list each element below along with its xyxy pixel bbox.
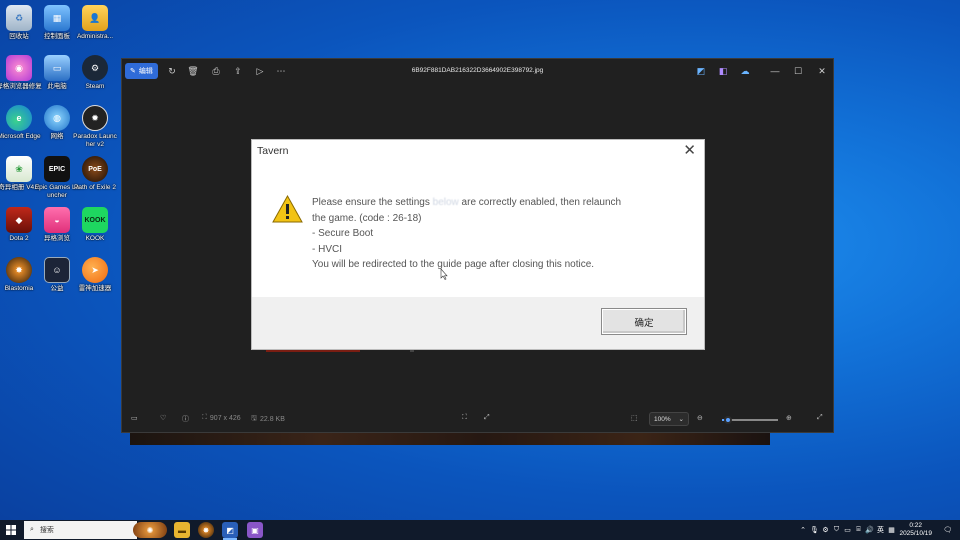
file-size: 🖫 22.8 KB xyxy=(251,415,285,423)
photo-album-icon: ❀ xyxy=(6,156,32,182)
blastomia-taskbar-icon[interactable]: ✸ xyxy=(198,522,214,538)
path-of-exile-icon: PoE xyxy=(82,156,108,182)
crop-icon[interactable]: ⛶ xyxy=(462,414,467,422)
taskbar: ⌕ 搜索 ✺ ▬ ✸ ◩ ▣ ⌃ 🎙 ⚙ ⛉ ▭ ⌸ 🔊 英 ▦ 0:22 20… xyxy=(0,520,960,540)
file-explorer-icon[interactable]: ▬ xyxy=(174,522,190,538)
viewer-status-bar: ▭ ♡ ⓘ ⛶ 907 x 426 🖫 22.8 KB ⛶ ⤢ ⬚ 100% ⌄… xyxy=(122,408,833,432)
info-icon[interactable]: ⓘ xyxy=(182,414,189,424)
photos-taskbar-icon[interactable]: ◩ xyxy=(222,522,238,538)
microphone-icon[interactable]: 🎙 xyxy=(809,526,820,534)
desktop-icon-kook[interactable]: KOOK KOOK xyxy=(72,207,118,243)
search-icon: ⌕ xyxy=(30,526,34,533)
network-tray-icon[interactable]: ⌸ xyxy=(853,526,864,534)
ok-button[interactable]: 确定 xyxy=(601,308,687,335)
ime-indicator[interactable]: 英 xyxy=(875,525,886,535)
volume-icon[interactable]: 🔊 xyxy=(864,526,875,534)
viewer-toolbar: ✎ 编辑 ↻ 🗑 ⎙ ⇪ ▷ ⋯ 6B92F881DAB216322D36649… xyxy=(122,59,833,83)
desktop-icon-user-folder[interactable]: 👤 Administra... xyxy=(72,5,118,41)
kook-icon: KOOK xyxy=(82,207,108,233)
taskbar-search-box[interactable]: ⌕ 搜索 xyxy=(24,521,137,539)
onedrive-icon[interactable]: ☁ xyxy=(737,63,753,79)
close-button[interactable]: ✕ xyxy=(814,63,830,79)
clipchamp-icon[interactable]: ◧ xyxy=(715,63,731,79)
fullscreen-icon[interactable]: ⤢ xyxy=(817,414,823,422)
show-hidden-icons-icon[interactable]: ⌃ xyxy=(797,526,809,534)
system-tray: ⌃ 🎙 ⚙ ⛉ ▭ ⌸ 🔊 英 ▦ xyxy=(797,520,897,540)
clock-date: 2025/10/19 xyxy=(899,530,932,537)
edge-icon: e xyxy=(6,105,32,131)
fit-to-window-icon[interactable]: ⬚ xyxy=(631,414,638,422)
file-size-icon: 🖫 xyxy=(251,415,257,422)
clock-time: 0:22 xyxy=(909,522,923,529)
windows-start-icon[interactable] xyxy=(6,525,16,535)
zoom-slider-thumb[interactable] xyxy=(723,416,732,424)
text-cursor-icon xyxy=(440,269,448,280)
filmstrip-icon[interactable]: ▭ xyxy=(131,414,138,422)
blastomia-icon: ✸ xyxy=(6,257,32,283)
network-icon: ◍ xyxy=(44,105,70,131)
notification-center-icon[interactable]: 🗨 xyxy=(943,520,952,540)
display-icon[interactable]: ▭ xyxy=(842,526,853,534)
recycle-bin-icon: ♻ xyxy=(6,5,32,31)
user-folder-icon: 👤 xyxy=(82,5,108,31)
warning-icon xyxy=(272,195,303,223)
message-line-5: You will be redirected to the guide page… xyxy=(312,259,595,270)
security-icon[interactable]: ⛉ xyxy=(831,526,842,534)
tavern-taskbar-icon[interactable]: ▣ xyxy=(247,522,263,538)
designer-icon[interactable]: ◩ xyxy=(693,63,709,79)
dota2-icon: ◆ xyxy=(6,207,32,233)
zoom-in-icon[interactable]: ⊕ xyxy=(786,414,792,422)
zoom-out-icon[interactable]: ⊖ xyxy=(697,414,703,422)
dialog-footer: 确定 xyxy=(252,297,704,349)
expand-icon[interactable]: ⤢ xyxy=(484,414,490,422)
taskbar-clock[interactable]: 0:22 2025/10/19 xyxy=(899,522,932,538)
epic-games-icon: EPIC xyxy=(44,156,70,182)
message-line-4: - HVCI xyxy=(312,243,342,255)
leishen-accelerator-icon: ➤ xyxy=(82,257,108,283)
chevron-down-icon: ⌄ xyxy=(678,416,684,423)
desktop-icon-paradox-launcher[interactable]: ✹ Paradox Launcher v2 xyxy=(72,105,118,149)
browser-icon: ◒ xyxy=(44,207,70,233)
desktop-icon-steam[interactable]: ⚙ Steam xyxy=(72,55,118,91)
search-highlight-icon[interactable]: ✺ xyxy=(133,522,167,538)
message-line-1: Please ensure the settings below are cor… xyxy=(312,197,622,208)
message-line-2: the game. (code : 26-18) xyxy=(312,212,422,224)
dialog-close-icon[interactable]: ✕ xyxy=(683,142,696,160)
dialog-message: Please ensure the settings below are cor… xyxy=(312,195,692,273)
maximize-button[interactable]: ☐ xyxy=(790,63,806,79)
dialog-title: Tavern xyxy=(257,145,289,157)
tavern-dialog: Tavern ✕ Please ensure the settings belo… xyxy=(251,139,705,350)
steam-icon: ⚙ xyxy=(82,55,108,81)
this-pc-icon: ▭ xyxy=(44,55,70,81)
keyboard-icon[interactable]: ▦ xyxy=(886,526,897,534)
control-panel-icon: ▦ xyxy=(44,5,70,31)
favorite-icon[interactable]: ♡ xyxy=(160,414,166,422)
message-line-3: - Secure Boot xyxy=(312,228,374,239)
photo-preview-strip xyxy=(130,432,770,445)
zoom-slider[interactable] xyxy=(722,416,778,424)
desktop-icon-leishen-accelerator[interactable]: ➤ 雷神加速器 xyxy=(72,257,118,293)
desktop-icon-path-of-exile[interactable]: PoE Path of Exile 2 xyxy=(72,156,118,192)
image-size-icon: ⛶ xyxy=(202,414,207,421)
steam-tray-icon[interactable]: ⚙ xyxy=(820,526,831,534)
paradox-launcher-icon: ✹ xyxy=(82,105,108,131)
browser-repair-icon: ◉ xyxy=(6,55,32,81)
charity-icon: ☺ xyxy=(44,257,70,283)
image-dimensions: ⛶ 907 x 426 xyxy=(202,414,241,422)
zoom-select[interactable]: 100% ⌄ xyxy=(649,412,689,426)
minimize-button[interactable]: — xyxy=(767,63,783,79)
